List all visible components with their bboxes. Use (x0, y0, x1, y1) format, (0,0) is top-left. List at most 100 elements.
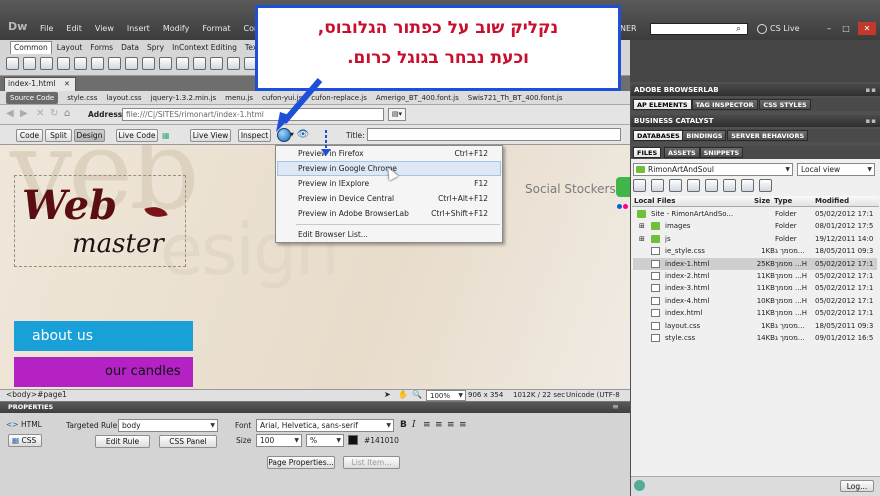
tab-databases[interactable]: DATABASES (633, 130, 684, 141)
title-input[interactable] (367, 128, 621, 141)
bold-button[interactable]: B (400, 419, 407, 431)
related-file-4[interactable]: menu.js (225, 92, 253, 104)
home-icon[interactable]: ⌂ (64, 108, 70, 120)
template-icon[interactable] (210, 57, 223, 70)
related-file-0[interactable]: Source Code (6, 92, 59, 104)
design-view-button[interactable]: Design (74, 129, 105, 142)
page-properties-button[interactable]: Page Properties... (267, 456, 335, 469)
align-justify-icon[interactable]: ≡ (459, 419, 467, 431)
edit-browser-list-item[interactable]: Edit Browser List... (276, 227, 502, 242)
log-button[interactable]: Log... (840, 480, 874, 492)
check-out-icon[interactable] (705, 179, 718, 192)
code-view-button[interactable]: Code (16, 129, 43, 142)
file-row[interactable]: style.css 14KB מסמך ג... 09/01/2012 16:5 (633, 332, 877, 344)
related-file-2[interactable]: layout.css (106, 92, 141, 104)
menu-item-5[interactable]: Format (202, 24, 230, 33)
script-icon[interactable] (193, 57, 206, 70)
email-link-icon[interactable] (6, 57, 19, 70)
get-files-icon[interactable] (669, 179, 682, 192)
connection-icon[interactable] (634, 480, 645, 491)
live-code-options-icon[interactable]: ▦ (162, 129, 178, 142)
col-local-files[interactable]: Local Files (634, 197, 675, 206)
css-panel-button[interactable]: CSS Panel (159, 435, 217, 448)
image-icon[interactable] (91, 57, 104, 70)
file-row[interactable]: ie_style.css 1KB מסמך ג... 18/05/2011 09:3 (633, 245, 877, 257)
file-row[interactable]: ⊞ images Folder 08/01/2012 17:5 (633, 220, 877, 232)
insert-tab-4[interactable]: Spry (144, 42, 167, 54)
catalyst-panel-header[interactable]: BUSINESS CATALYST ▪▪ (631, 115, 880, 127)
window-size[interactable]: 906 x 354 (468, 390, 503, 400)
split-view-button[interactable]: Split (45, 129, 72, 142)
search-icon[interactable]: ⌕ (736, 23, 741, 35)
table-icon[interactable] (57, 57, 70, 70)
preview-browserlab-item[interactable]: Preview in Adobe BrowserLab Ctrl+Shift+F1… (276, 206, 502, 221)
expand-toggle-icon[interactable]: ⊞ (639, 233, 645, 245)
zoom-select[interactable]: 100% (426, 390, 466, 401)
search-input[interactable] (650, 23, 748, 35)
file-row[interactable]: index-1.html 25KB מסמך ...H 05/02/2012 17:1 (633, 257, 877, 270)
tag-chooser-icon[interactable] (227, 57, 240, 70)
minimize-button[interactable]: – (822, 24, 836, 34)
tab-tag-inspector[interactable]: TAG INSPECTOR (691, 99, 758, 110)
col-modified[interactable]: Modified (815, 197, 849, 206)
file-row[interactable]: index-3.html 11KB מסמך ...H 05/02/2012 17:1 (633, 282, 877, 294)
align-center-icon[interactable]: ≡ (435, 419, 443, 431)
live-code-button[interactable]: Live Code (116, 129, 158, 142)
tab-css-styles[interactable]: CSS STYLES (759, 99, 811, 110)
media-icon[interactable] (108, 57, 121, 70)
insert-tab-0[interactable]: Common (10, 41, 52, 54)
file-row[interactable]: layout.css 1KB מסמך ג... 18/05/2011 09:3 (633, 320, 877, 332)
tag-selector[interactable]: <body>#page1 (6, 390, 67, 400)
designer-label[interactable]: NER (620, 24, 637, 34)
named-anchor-icon[interactable] (23, 57, 36, 70)
edit-rule-button[interactable]: Edit Rule (95, 435, 150, 448)
align-right-icon[interactable]: ≡ (447, 419, 455, 431)
tab-files[interactable]: FILES (633, 147, 662, 158)
browserlab-panel-header[interactable]: ADOBE BROWSERLAB ▪▪ (631, 84, 880, 96)
col-type[interactable]: Type (774, 197, 792, 206)
refresh-files-icon[interactable] (651, 179, 664, 192)
color-swatch[interactable] (348, 435, 358, 445)
live-view-button[interactable]: Live View (190, 129, 231, 142)
server-include-icon[interactable] (142, 57, 155, 70)
menu-item-2[interactable]: View (95, 24, 114, 33)
file-row[interactable]: ⊞ js Folder 19/12/2011 14:0 (633, 233, 877, 245)
file-row[interactable]: index-4.html 10KB מסמך ...H 05/02/2012 17:1 (633, 295, 877, 307)
select-tool-icon[interactable]: ➤ (384, 390, 391, 400)
file-row[interactable]: Site - RimonArtAndSo... Folder 05/02/2012 … (633, 208, 877, 220)
site-select[interactable]: RimonArtAndSoul (633, 163, 793, 176)
css-mode-button[interactable]: ▦ CSS (8, 434, 42, 447)
check-in-icon[interactable] (723, 179, 736, 192)
related-file-3[interactable]: jquery-1.3.2.min.js (151, 92, 217, 104)
insert-tab-3[interactable]: Data (118, 42, 142, 54)
insert-tab-1[interactable]: Layout (54, 42, 86, 54)
tab-assets[interactable]: ASSETS (664, 147, 700, 158)
head-icon[interactable] (176, 57, 189, 70)
align-left-icon[interactable]: ≡ (423, 419, 431, 431)
tab-server-behaviors[interactable]: SERVER BEHAVIORS (727, 130, 809, 141)
put-files-icon[interactable] (687, 179, 700, 192)
menu-item-3[interactable]: Insert (127, 24, 150, 33)
hyperlink-icon[interactable] (40, 57, 53, 70)
zoom-tool-icon[interactable]: 🔍 (412, 390, 422, 400)
close-tab-icon[interactable]: ✕ (64, 78, 70, 90)
connect-icon[interactable] (633, 179, 646, 192)
preview-device-central-item[interactable]: Preview in Device Central Ctrl+Alt+F12 (276, 191, 502, 206)
refresh-icon[interactable]: ↻ (50, 108, 58, 120)
file-row[interactable]: index-2.html 11KB מסמך ...H 05/02/2012 17:1 (633, 270, 877, 282)
menu-item-1[interactable]: Edit (66, 24, 82, 33)
size-select[interactable]: 100 (256, 434, 302, 447)
div-icon[interactable] (74, 57, 87, 70)
view-select[interactable]: Local view (797, 163, 875, 176)
address-options-icon[interactable]: ▤▾ (388, 108, 406, 121)
html-mode-button[interactable]: <> HTML (6, 419, 44, 431)
back-icon[interactable]: ◀ (6, 108, 14, 120)
catalyst-menu-icon[interactable]: ▪▪ (866, 115, 878, 127)
stop-icon[interactable]: ✕ (36, 108, 44, 120)
properties-menu-icon[interactable]: ≡ (612, 402, 619, 412)
menu-item-4[interactable]: Modify (163, 24, 190, 33)
tab-ap-elements[interactable]: AP ELEMENTS (633, 99, 692, 110)
sync-icon[interactable] (741, 179, 754, 192)
cs-live-icon[interactable] (757, 24, 767, 34)
italic-button[interactable]: I (412, 419, 416, 431)
